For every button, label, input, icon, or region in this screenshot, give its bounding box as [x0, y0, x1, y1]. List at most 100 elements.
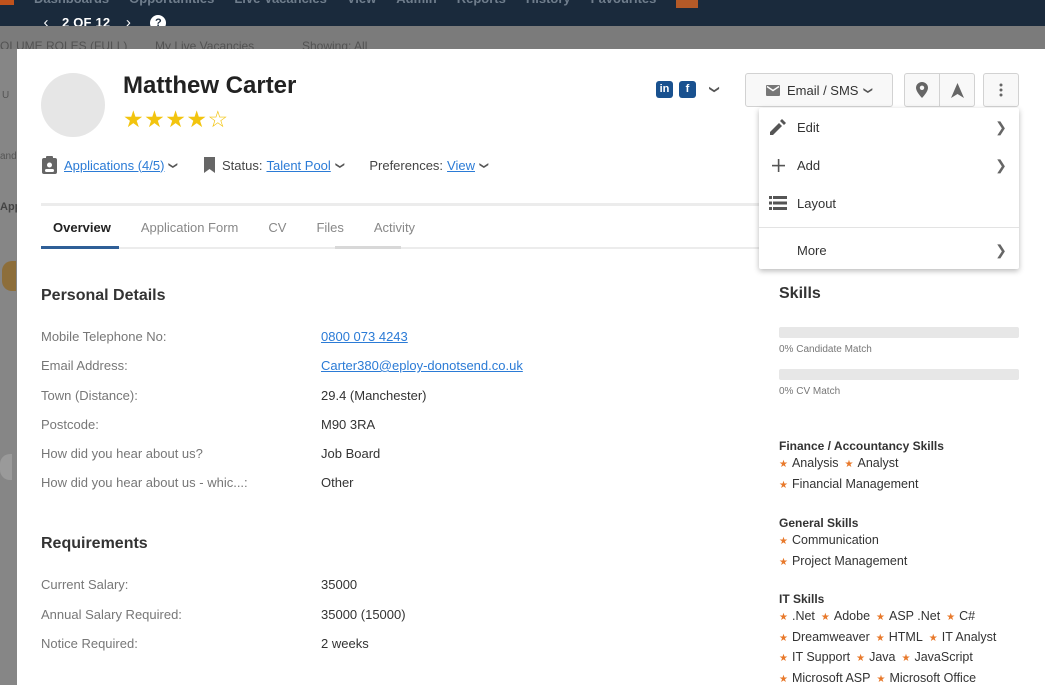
bookmark-icon — [204, 157, 215, 173]
more-options-button[interactable] — [983, 73, 1019, 107]
nav-item-opportunities[interactable]: Opportunities — [129, 0, 214, 8]
background-gutter-text: Appl — [0, 201, 17, 213]
record-pager: ‹ 2 OF 12 › ? — [38, 14, 167, 26]
detail-label: Mobile Telephone No: — [41, 329, 167, 344]
facebook-icon[interactable]: f — [679, 81, 696, 98]
candidate-match-bar — [779, 327, 1019, 338]
nav-item-history[interactable]: History — [526, 0, 571, 8]
nav-item-dashboards[interactable]: Dashboards — [34, 0, 109, 8]
star-empty-icon[interactable]: ☆ — [208, 106, 229, 132]
detail-value: Other — [321, 475, 354, 490]
tab-application-form[interactable]: Application Form — [141, 220, 239, 235]
star-filled-icon[interactable]: ★ — [165, 106, 186, 132]
options-dropdown-menu: Edit ❯ Add ❯ Layout More ❯ — [759, 108, 1019, 269]
applications-group[interactable]: Applications (4/5) ❯ — [41, 156, 179, 174]
status-link[interactable]: Talent Pool — [266, 158, 330, 173]
applications-link[interactable]: Applications (4/5) — [64, 158, 164, 173]
tab-files[interactable]: Files — [316, 220, 343, 235]
chevron-right-icon: ❯ — [995, 156, 1007, 173]
detail-value: 2 weeks — [321, 636, 369, 651]
chevron-down-icon[interactable]: ❯ — [709, 85, 720, 93]
preferences-group: Preferences: View ❯ — [369, 158, 489, 173]
prev-record-button[interactable]: ‹ — [38, 14, 54, 26]
menu-divider — [759, 227, 1019, 228]
location-button[interactable] — [904, 73, 940, 107]
chevron-down-icon[interactable]: ❯ — [334, 161, 345, 169]
directions-button[interactable] — [939, 73, 975, 107]
detail-label: How did you hear about us - whic...: — [41, 475, 248, 490]
status-group: Status: Talent Pool ❯ — [203, 157, 345, 173]
chevron-down-icon: ❯ — [863, 86, 874, 94]
skills-title: Skills — [779, 285, 821, 302]
skill-list: ★ Analysis ★ Analyst ★ Financial Management — [779, 454, 1019, 495]
star-icon: ★ — [856, 653, 866, 664]
skill-tag: ★ Microsoft Office — [876, 670, 977, 685]
star-icon: ★ — [876, 612, 885, 623]
menu-item-edit[interactable]: Edit ❯ — [759, 108, 1019, 146]
menu-item-layout[interactable]: Layout — [759, 184, 1019, 222]
chevron-down-icon[interactable]: ❯ — [478, 161, 489, 169]
background-gutter-text: U — [2, 90, 10, 101]
menu-item-more[interactable]: More ❯ — [759, 231, 1019, 269]
skill-tag: ★ Communication — [779, 533, 879, 547]
nav-item-reports[interactable]: Reports — [457, 0, 506, 8]
chevron-right-icon: ❯ — [995, 118, 1007, 135]
nav-item-admin[interactable]: Admin — [396, 0, 436, 8]
tabs-divider — [41, 247, 771, 249]
skill-tag: ★ Dreamweaver — [779, 629, 870, 644]
skill-tag: ★ Analysis — [779, 456, 839, 470]
detail-value: 29.4 (Manchester) — [321, 388, 427, 403]
skill-tag: ★ Adobe — [820, 609, 871, 623]
tab-cv[interactable]: CV — [268, 220, 286, 235]
skill-tag: ★ Project Management — [779, 553, 908, 568]
menu-item-label: Layout — [797, 195, 837, 211]
skill-tag: ★ Financial Management — [779, 476, 919, 491]
skill-tag: ★ IT Support — [779, 650, 851, 664]
star-rating[interactable]: ★★★★☆ — [123, 106, 229, 132]
detail-label: Town (Distance): — [41, 388, 138, 403]
star-filled-icon[interactable]: ★ — [144, 106, 165, 132]
next-record-button[interactable]: › — [120, 14, 136, 26]
detail-value: 35000 (15000) — [321, 607, 406, 622]
envelope-icon — [765, 84, 780, 96]
star-filled-icon[interactable]: ★ — [123, 106, 144, 132]
chevron-right-icon: ❯ — [995, 241, 1007, 258]
background-gutter-shape — [0, 454, 12, 480]
skill-tag: ★ ASP .Net — [876, 609, 941, 623]
clipboard-badge-icon — [42, 156, 57, 174]
star-icon: ★ — [779, 556, 788, 568]
navigation-arrow-icon — [950, 82, 964, 98]
skill-tag: ★ IT Analyst — [928, 629, 997, 644]
top-nav-menu: Dashboards Opportunities Live Vacancies … — [0, 0, 699, 8]
help-icon[interactable]: ? — [150, 14, 167, 26]
menu-item-label: More — [797, 242, 827, 258]
nav-item-favourites[interactable]: Favourites — [591, 0, 657, 8]
candidate-match-label: 0% Candidate Match — [779, 344, 872, 355]
email-sms-button[interactable]: Email / SMS ❯ — [745, 73, 893, 107]
star-icon: ★ — [876, 673, 886, 685]
star-icon: ★ — [875, 632, 885, 644]
email-link[interactable]: Carter380@eploy-donotsend.co.uk — [321, 358, 523, 373]
phone-link[interactable]: 0800 073 4243 — [321, 329, 408, 344]
status-label: Status: — [222, 157, 263, 173]
menu-item-add[interactable]: Add ❯ — [759, 146, 1019, 184]
candidate-info-bar: Applications (4/5) ❯ Status: Talent Pool… — [41, 156, 514, 174]
preferences-link[interactable]: View — [447, 158, 475, 173]
skill-list: ★ Communication ★ Project Management — [779, 531, 1019, 572]
linkedin-icon[interactable]: in — [656, 81, 673, 98]
detail-value: M90 3RA — [321, 417, 376, 432]
skill-tag: ★ C# — [946, 609, 976, 623]
favourites-icon[interactable] — [676, 0, 699, 8]
star-icon: ★ — [779, 536, 788, 547]
tab-activity[interactable]: Activity — [374, 220, 415, 235]
cv-match-bar — [779, 369, 1019, 380]
nav-item-view[interactable]: View — [347, 0, 376, 8]
more-vertical-icon — [999, 83, 1003, 97]
tab-overview[interactable]: Overview — [53, 220, 111, 235]
active-tab-indicator — [41, 246, 119, 249]
skill-group-finance: Finance / Accountancy Skills ★ Analysis ★ A… — [779, 439, 1019, 495]
map-pin-icon — [916, 82, 928, 98]
chevron-down-icon[interactable]: ❯ — [168, 161, 179, 169]
star-filled-icon[interactable]: ★ — [186, 106, 207, 132]
nav-item-live-vacancies[interactable]: Live Vacancies — [234, 0, 327, 8]
